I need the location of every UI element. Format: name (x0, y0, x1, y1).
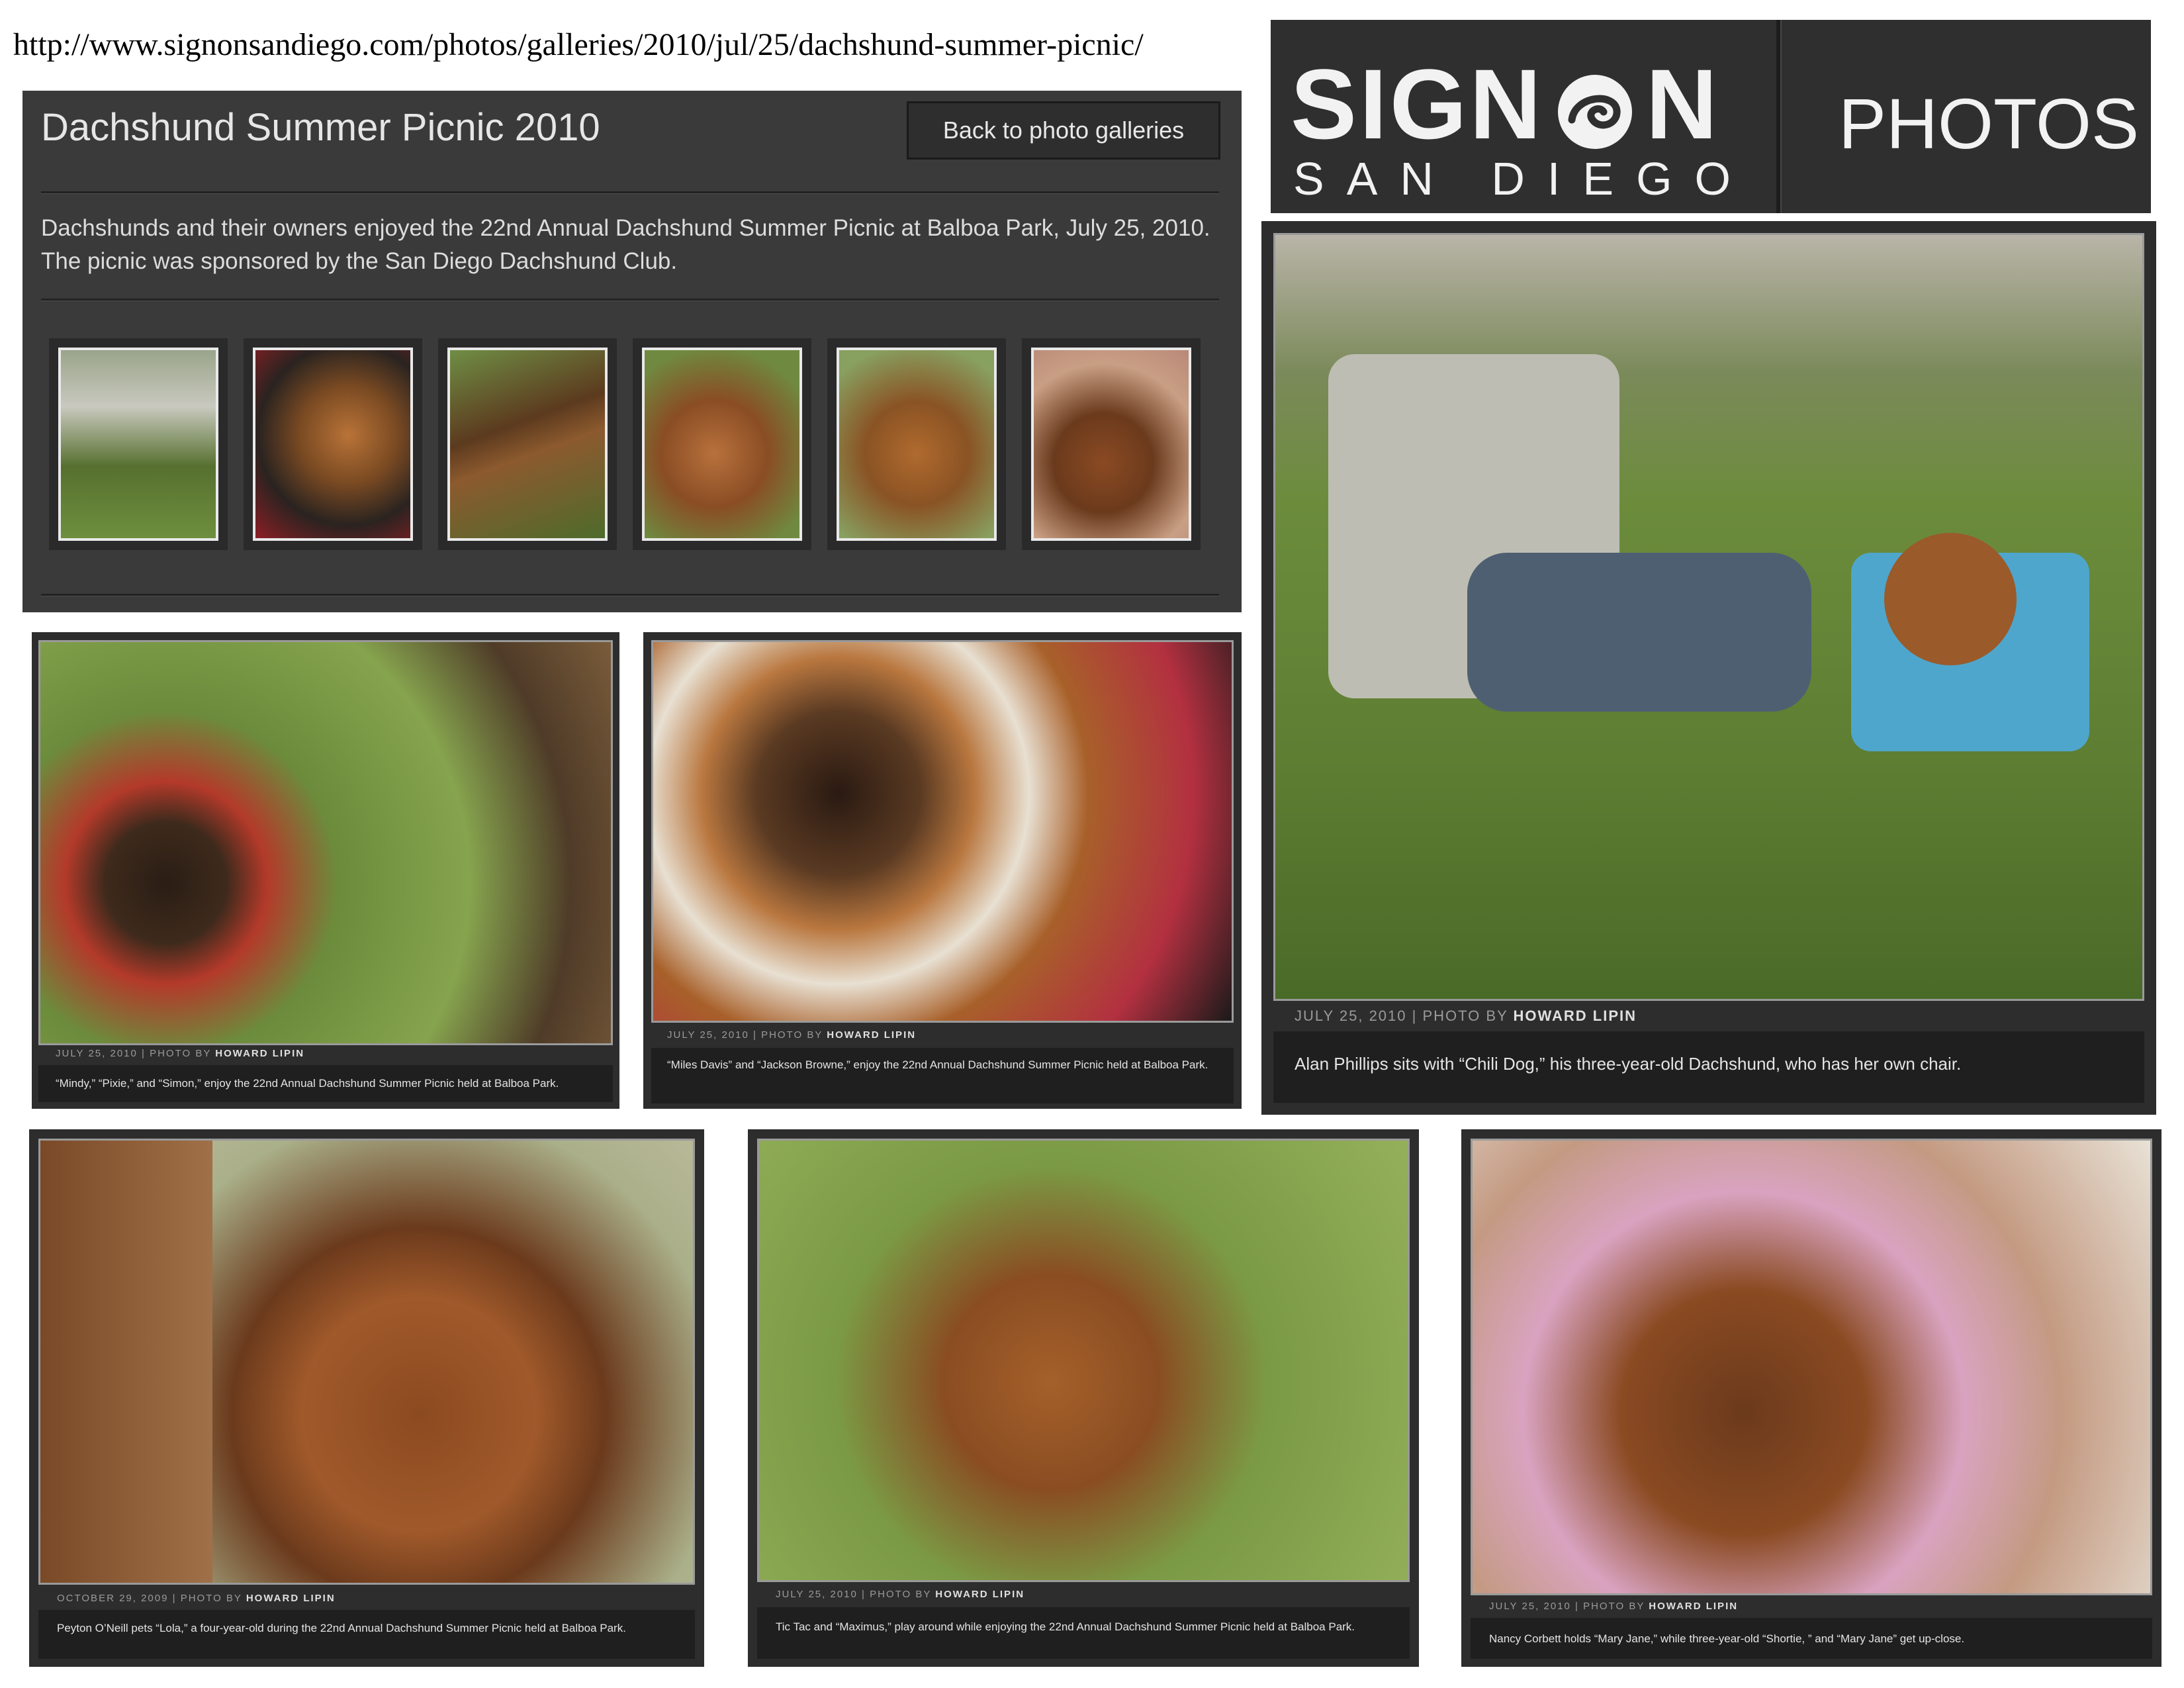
photo-image[interactable] (38, 640, 613, 1045)
thumbnail[interactable] (244, 338, 422, 550)
photo-caption: Peyton O’Neill pets “Lola,” a four-year-… (57, 1622, 626, 1634)
logo-text: SIGN (1291, 48, 1544, 160)
sign-on-logo: SIGN N (1291, 54, 1720, 154)
photo-caption: “Mindy,” “Pixie,” and “Simon,” enjoy the… (56, 1077, 559, 1090)
divider (41, 299, 1219, 301)
banner-divider (1776, 20, 1782, 213)
section-title: PHOTOS (1839, 83, 2140, 164)
thumbnail-strip (49, 338, 1227, 550)
shorts (1467, 553, 1811, 712)
photo-caption: Alan Phillips sits with “Chili Dog,” his… (1295, 1054, 1962, 1074)
photo-image[interactable] (1471, 1139, 2152, 1595)
gallery-header-panel: Dachshund Summer Picnic 2010 Back to pho… (23, 91, 1242, 612)
photo-image[interactable] (757, 1139, 1410, 1582)
logo-city: SAN DIEGO (1293, 153, 1753, 205)
photo-image[interactable] (651, 640, 1234, 1023)
thumbnail-image (837, 348, 997, 541)
dog-figure (1884, 533, 2017, 665)
thumbnail[interactable] (633, 338, 811, 550)
photo-image[interactable] (1273, 233, 2144, 1001)
photo-image[interactable] (38, 1139, 695, 1585)
divider (41, 594, 1219, 596)
logo-text: N (1645, 48, 1721, 160)
signonsandiego-photos-banner: SIGN N SAN DIEGO PHOTOS (1271, 20, 2151, 213)
photo-card: JULY 25, 2010 | PHOTO BY HOWARD LIPIN Ti… (748, 1129, 1419, 1667)
caption-box (651, 1048, 1234, 1103)
thumbnail-image (447, 348, 608, 541)
thumbnail[interactable] (1022, 338, 1201, 550)
photo-credit: JULY 25, 2010 | PHOTO BY HOWARD LIPIN (1295, 1008, 1637, 1024)
photo-credit: JULY 25, 2010 | PHOTO BY HOWARD LIPIN (667, 1029, 917, 1041)
photo-card: JULY 25, 2010 | PHOTO BY HOWARD LIPIN “M… (32, 632, 619, 1109)
photo-caption: “Miles Davis” and “Jackson Browne,” enjo… (667, 1058, 1208, 1071)
page-url: http://www.signonsandiego.com/photos/gal… (13, 27, 1144, 62)
photo-card: JULY 25, 2010 | PHOTO BY HOWARD LIPIN “M… (643, 632, 1242, 1109)
photo-credit: JULY 25, 2010 | PHOTO BY HOWARD LIPIN (1489, 1601, 1739, 1612)
photo-card: JULY 25, 2010 | PHOTO BY HOWARD LIPIN Na… (1461, 1129, 2161, 1667)
photo-caption: Nancy Corbett holds “Mary Jane,” while t… (1489, 1632, 1965, 1645)
thumbnail[interactable] (438, 338, 617, 550)
girl-hair (40, 1141, 212, 1583)
gallery-title: Dachshund Summer Picnic 2010 (41, 106, 600, 149)
photo-card: JULY 25, 2010 | PHOTO BY HOWARD LIPIN Al… (1261, 221, 2156, 1115)
thumbnail-image (253, 348, 413, 541)
wave-icon (1557, 75, 1632, 150)
photo-credit: OCTOBER 29, 2009 | PHOTO BY HOWARD LIPIN (57, 1593, 336, 1604)
photo-card: OCTOBER 29, 2009 | PHOTO BY HOWARD LIPIN… (29, 1129, 704, 1667)
photo-caption: Tic Tac and “Maximus,” play around while… (776, 1620, 1355, 1633)
thumbnail[interactable] (827, 338, 1006, 550)
gallery-description: Dachshunds and their owners enjoyed the … (41, 215, 1210, 274)
thumbnail-image (58, 348, 218, 541)
thumbnail[interactable] (49, 338, 228, 550)
back-to-galleries-button[interactable]: Back to photo galleries (907, 101, 1220, 160)
thumbnail-image (1031, 348, 1191, 541)
photo-credit: JULY 25, 2010 | PHOTO BY HOWARD LIPIN (776, 1589, 1025, 1600)
thumbnail-image (642, 348, 802, 541)
photo-credit: JULY 25, 2010 | PHOTO BY HOWARD LIPIN (56, 1048, 305, 1059)
divider (41, 191, 1219, 194)
